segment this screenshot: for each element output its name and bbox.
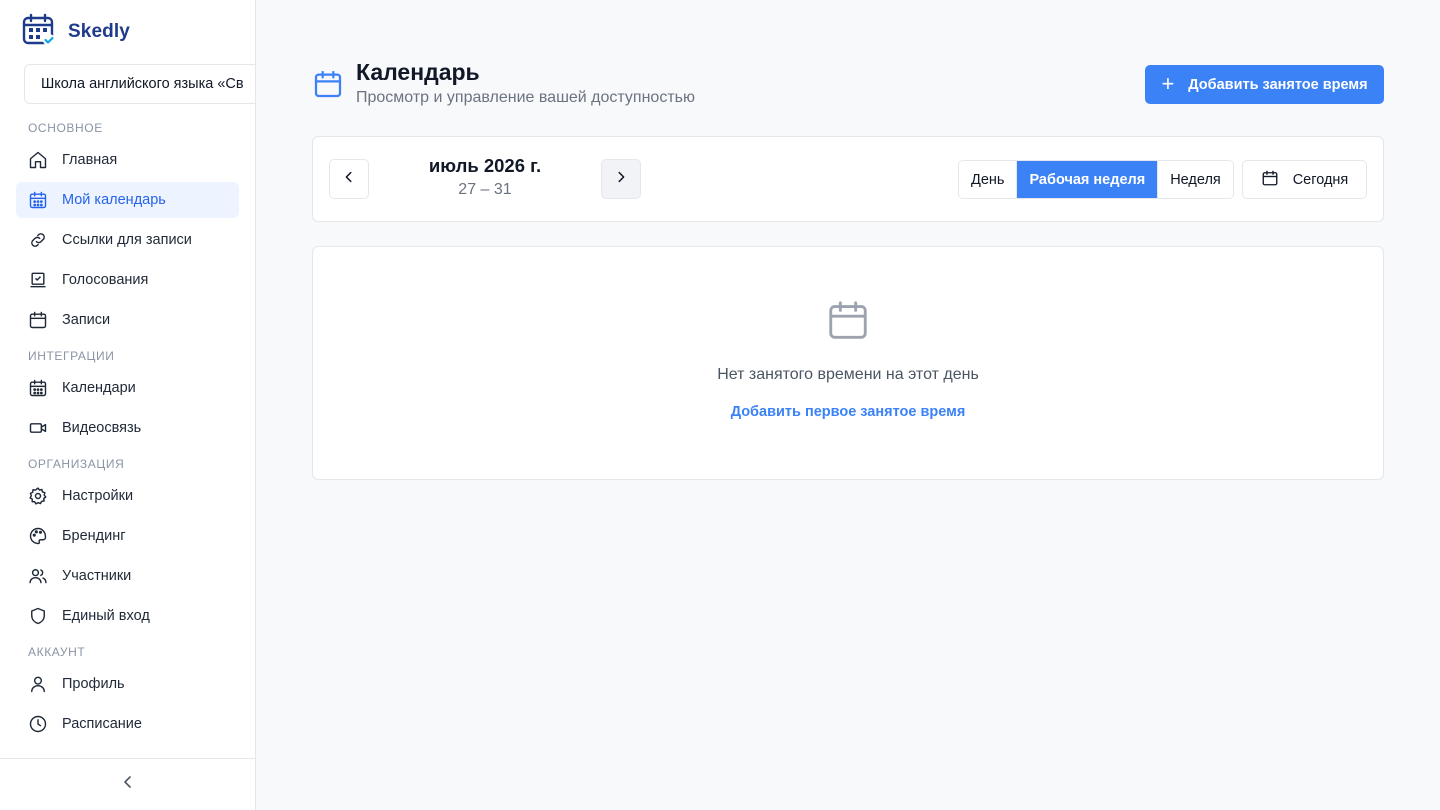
section-title-integrations: ИНТЕГРАЦИИ — [28, 349, 115, 363]
link-icon — [28, 230, 48, 250]
page-header: Календарь Просмотр и управление вашей до… — [312, 58, 695, 107]
sidebar-item-branding[interactable]: Брендинг — [16, 518, 239, 554]
section-title-organization: ОРГАНИЗАЦИЯ — [28, 457, 125, 471]
sidebar-item-my-calendar[interactable]: Мой календарь — [16, 182, 239, 218]
sidebar-collapse-button[interactable] — [0, 758, 255, 810]
sidebar-item-video[interactable]: Видеосвязь — [16, 410, 239, 446]
sidebar: Skedly Школа английского языка «Св ОСНОВ… — [0, 0, 256, 810]
home-icon — [28, 150, 48, 170]
sidebar-item-home[interactable]: Главная — [16, 142, 239, 178]
section-title-account: АККАУНТ — [28, 645, 86, 659]
sidebar-item-booking-links[interactable]: Ссылки для записи — [16, 222, 239, 258]
view-work-week-button[interactable]: Рабочая неделя — [1016, 161, 1158, 198]
next-period-button[interactable] — [601, 159, 641, 199]
plus-icon: + — [1161, 70, 1175, 96]
add-first-busy-time-link[interactable]: Добавить первое занятое время — [731, 404, 966, 420]
add-busy-time-button[interactable]: + Добавить занятое время — [1145, 65, 1384, 104]
chevron-left-icon — [120, 774, 136, 795]
brand[interactable]: Skedly — [22, 13, 130, 52]
period-month: июль 2026 г. — [428, 155, 542, 176]
period-range: 27 – 31 — [458, 181, 512, 198]
page-title: Календарь — [356, 59, 480, 85]
empty-state-card: Нет занятого времени на этот день Добави… — [312, 246, 1384, 480]
empty-state-text: Нет занятого времени на этот день — [717, 366, 979, 383]
gear-icon — [28, 486, 48, 506]
calendar-icon — [28, 190, 48, 210]
clock-icon — [28, 714, 48, 734]
sidebar-item-profile[interactable]: Профиль — [16, 666, 239, 702]
shield-icon — [28, 606, 48, 626]
sidebar-item-label: Участники — [62, 568, 132, 584]
sidebar-item-label: Главная — [62, 152, 118, 168]
sidebar-item-label: Голосования — [62, 272, 149, 288]
sidebar-item-label: Календари — [62, 380, 136, 396]
sidebar-item-settings[interactable]: Настройки — [16, 478, 239, 514]
sidebar-item-label: Брендинг — [62, 528, 126, 544]
sidebar-item-label: Мой календарь — [62, 192, 166, 208]
today-button[interactable]: Сегодня — [1242, 160, 1367, 199]
previous-period-button[interactable] — [329, 159, 369, 199]
calendar-check-logo-icon — [22, 13, 56, 52]
sidebar-item-label: Записи — [62, 312, 111, 328]
calendar-icon — [825, 297, 871, 348]
chevron-right-icon — [614, 170, 628, 189]
calendar-icon — [28, 310, 48, 330]
calendar-icon — [28, 378, 48, 398]
vote-icon — [28, 270, 48, 290]
sidebar-item-label: Ссылки для записи — [62, 232, 192, 248]
calendar-icon — [1261, 169, 1279, 191]
section-title-main: ОСНОВНОЕ — [28, 121, 103, 135]
sidebar-item-label: Единый вход — [62, 608, 150, 624]
sidebar-item-bookings[interactable]: Записи — [16, 302, 239, 338]
calendar-icon — [312, 68, 344, 107]
palette-icon — [28, 526, 48, 546]
sidebar-item-label: Расписание — [62, 716, 142, 732]
sidebar-item-label: Видеосвязь — [62, 420, 142, 436]
users-icon — [28, 566, 48, 586]
user-icon — [28, 674, 48, 694]
calendar-toolbar: июль 2026 г. 27 – 31 День Рабочая неделя… — [312, 136, 1384, 222]
view-day-button[interactable]: День — [959, 161, 1017, 198]
sidebar-item-calendars[interactable]: Календари — [16, 370, 239, 406]
view-week-button[interactable]: Неделя — [1157, 161, 1233, 198]
sidebar-item-members[interactable]: Участники — [16, 558, 239, 594]
today-label: Сегодня — [1292, 171, 1349, 188]
add-button-label: Добавить занятое время — [1188, 76, 1368, 93]
video-icon — [28, 418, 48, 438]
organization-select[interactable]: Школа английского языка «Св — [24, 64, 255, 104]
sidebar-item-polls[interactable]: Голосования — [16, 262, 239, 298]
page-subtitle: Просмотр и управление вашей доступностью — [356, 89, 695, 106]
sidebar-nav: ОСНОВНОЕ Главная Мой календарь Ссылки дл… — [16, 114, 239, 746]
view-switcher: День Рабочая неделя Неделя — [958, 160, 1234, 199]
chevron-left-icon — [342, 170, 356, 189]
sidebar-item-label: Профиль — [62, 676, 125, 692]
sidebar-item-schedule[interactable]: Расписание — [16, 706, 239, 742]
period-display: июль 2026 г. 27 – 31 — [385, 155, 585, 199]
sidebar-item-sso[interactable]: Единый вход — [16, 598, 239, 634]
sidebar-item-label: Настройки — [62, 488, 134, 504]
app-name: Skedly — [68, 21, 130, 42]
